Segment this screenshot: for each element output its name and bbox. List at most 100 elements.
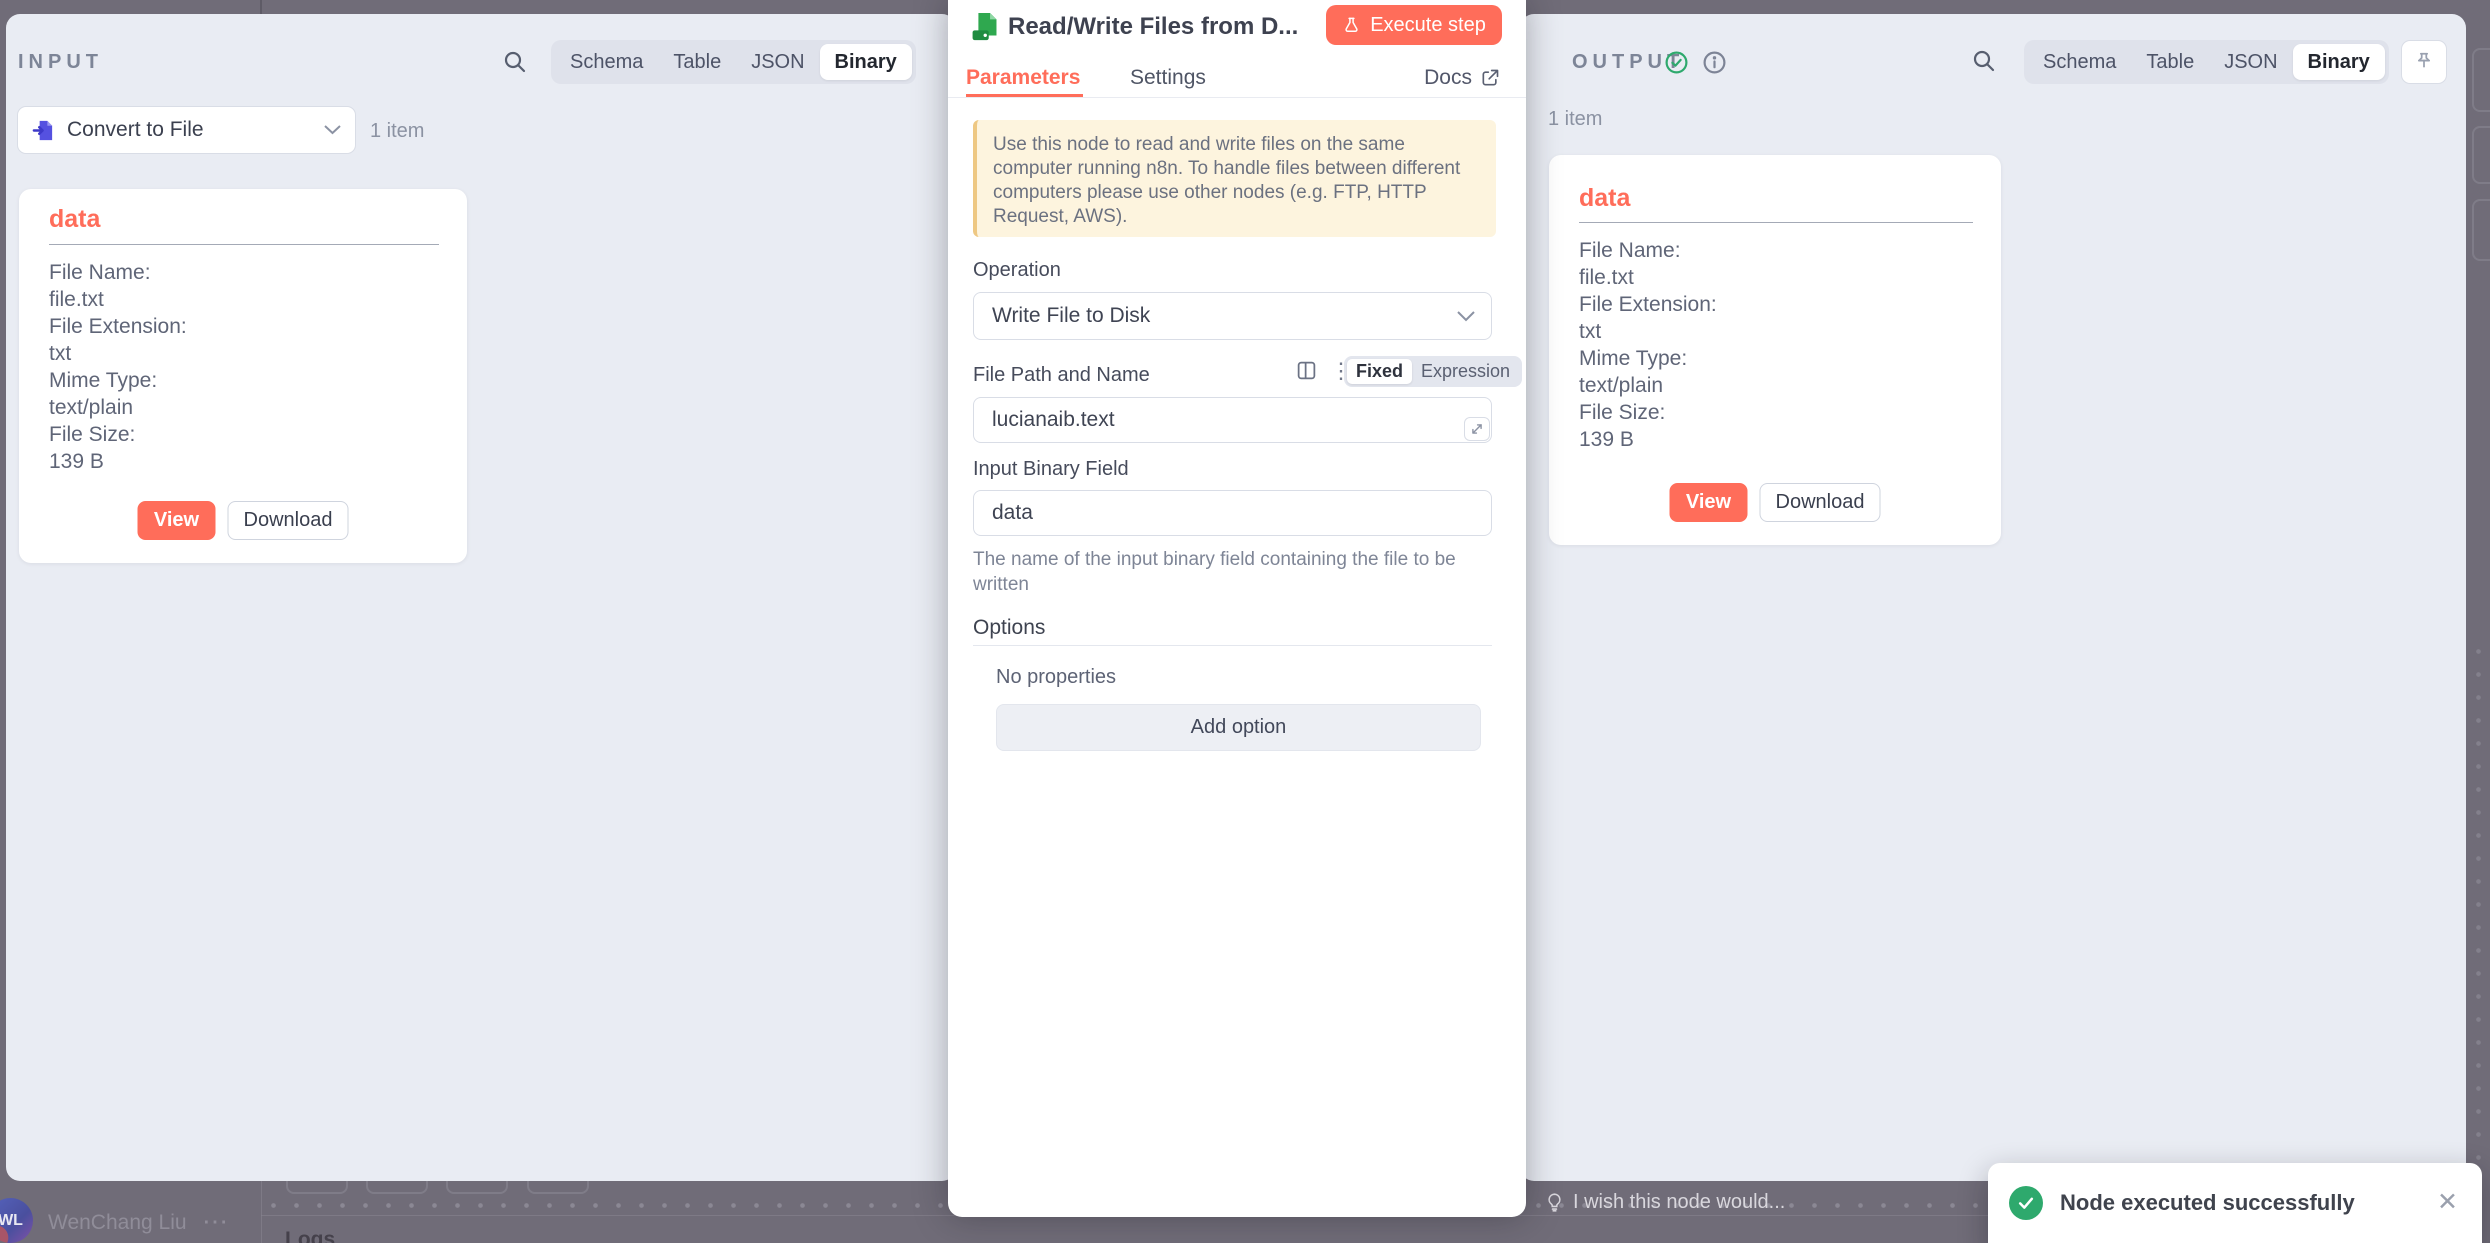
mode-expression[interactable]: Expression	[1412, 359, 1519, 384]
tab-json[interactable]: JSON	[736, 44, 819, 80]
file-path-label: File Path and Name	[973, 364, 1150, 387]
user-name: WenChang Liu	[48, 1211, 187, 1235]
download-button[interactable]: Download	[228, 501, 349, 540]
search-icon[interactable]	[503, 50, 527, 74]
binary-field-hint: The name of the input binary field conta…	[973, 547, 1478, 597]
options-divider	[973, 645, 1492, 646]
binary-meta: File Name: file.txt File Extension: txt …	[1579, 237, 1717, 453]
node-feedback-prompt[interactable]: I wish this node would...	[1544, 1191, 1785, 1214]
tab-parameters[interactable]: Parameters	[966, 66, 1080, 90]
info-icon[interactable]	[1702, 50, 1727, 75]
operation-label: Operation	[973, 259, 1061, 282]
card-divider	[49, 244, 439, 245]
output-items-count: 1 item	[1548, 108, 1602, 131]
pin-icon	[2413, 51, 2435, 73]
docs-label: Docs	[1424, 66, 1472, 90]
tabs-border	[948, 97, 1526, 98]
meta-value: txt	[49, 340, 187, 367]
input-binary-card: data File Name: file.txt File Extension:…	[19, 189, 467, 563]
value-mode-toggle: Fixed Expression	[1344, 356, 1522, 387]
avatar-initials: WL	[0, 1212, 23, 1230]
tab-binary[interactable]: Binary	[2293, 44, 2385, 80]
chevron-down-icon	[324, 125, 341, 135]
binary-field-input[interactable]	[973, 490, 1492, 536]
output-binary-card: data File Name: file.txt File Extension:…	[1549, 155, 2001, 545]
lightbulb-icon	[1544, 1192, 1565, 1213]
meta-label: Mime Type:	[49, 367, 187, 394]
binary-meta: File Name: file.txt File Extension: txt …	[49, 259, 187, 475]
canvas-side-button[interactable]	[2472, 126, 2490, 184]
tab-json[interactable]: JSON	[2209, 44, 2292, 80]
chevron-down-icon	[1457, 311, 1475, 322]
feedback-prompt-text: I wish this node would...	[1573, 1191, 1785, 1214]
input-view-tabs: Schema Table JSON Binary	[551, 40, 916, 84]
binary-field-label: Input Binary Field	[973, 458, 1129, 481]
node-settings-modal: Read/Write Files from D... Execute step …	[948, 0, 1526, 1217]
output-view-tabs: Schema Table JSON Binary	[2024, 40, 2389, 84]
split-view-icon[interactable]	[1296, 360, 1317, 381]
docs-link[interactable]: Docs	[1424, 66, 1500, 90]
meta-value: text/plain	[1579, 372, 1717, 399]
tab-table[interactable]: Table	[658, 44, 736, 80]
download-button[interactable]: Download	[1760, 483, 1881, 522]
meta-value: 139 B	[1579, 426, 1717, 453]
canvas-side-button[interactable]	[2472, 48, 2490, 112]
meta-value: file.txt	[1579, 264, 1717, 291]
input-source-value: Convert to File	[67, 118, 324, 142]
n8n-node-detail-view: Logs INPUT Schema Table JSON Binary Conv…	[0, 0, 2490, 1243]
options-label: Options	[973, 616, 1045, 640]
meta-label: File Name:	[49, 259, 187, 286]
node-notice: Use this node to read and write files on…	[973, 120, 1496, 237]
flask-icon	[1342, 16, 1361, 35]
user-menu-icon[interactable]: ⋯	[202, 1206, 228, 1237]
tab-settings[interactable]: Settings	[1130, 66, 1206, 90]
binary-key: data	[49, 205, 100, 234]
meta-label: File Size:	[1579, 399, 1717, 426]
canvas-side-button[interactable]	[2472, 199, 2490, 261]
operation-value: Write File to Disk	[992, 304, 1150, 328]
input-panel-title: INPUT	[18, 51, 103, 74]
close-icon[interactable]: ✕	[2437, 1187, 2458, 1217]
view-button[interactable]: View	[138, 501, 216, 540]
open-expression-editor-icon[interactable]	[1464, 417, 1490, 441]
success-check-icon	[1664, 50, 1689, 75]
success-toast: Node executed successfully ✕	[1988, 1163, 2482, 1243]
search-icon[interactable]	[1972, 49, 1996, 73]
meta-label: File Name:	[1579, 237, 1717, 264]
pin-data-button[interactable]	[2401, 40, 2447, 84]
operation-select[interactable]: Write File to Disk	[973, 292, 1492, 340]
external-link-icon	[1480, 68, 1500, 88]
mode-fixed[interactable]: Fixed	[1347, 359, 1412, 384]
tab-schema[interactable]: Schema	[555, 44, 658, 80]
node-title[interactable]: Read/Write Files from D...	[1008, 13, 1320, 41]
meta-label: File Size:	[49, 421, 187, 448]
execute-step-label: Execute step	[1370, 14, 1486, 37]
canvas-top-divider	[260, 0, 262, 14]
input-items-count: 1 item	[370, 120, 424, 143]
meta-value: text/plain	[49, 394, 187, 421]
toast-message: Node executed successfully	[2060, 1190, 2355, 1216]
tab-table[interactable]: Table	[2131, 44, 2209, 80]
read-write-files-node-icon	[970, 11, 1001, 42]
file-path-input[interactable]	[973, 397, 1492, 443]
view-button[interactable]: View	[1670, 483, 1748, 522]
meta-label: File Extension:	[1579, 291, 1717, 318]
input-source-select[interactable]: Convert to File	[17, 106, 356, 154]
card-divider	[1579, 222, 1973, 223]
meta-label: File Extension:	[49, 313, 187, 340]
footer-divider	[261, 1181, 262, 1243]
meta-value: 139 B	[49, 448, 187, 475]
tab-schema[interactable]: Schema	[2028, 44, 2131, 80]
binary-key: data	[1579, 184, 1630, 213]
toast-success-icon	[2009, 1186, 2043, 1220]
meta-label: Mime Type:	[1579, 345, 1717, 372]
logs-panel-title[interactable]: Logs	[285, 1228, 335, 1243]
options-empty-text: No properties	[996, 666, 1116, 689]
add-option-button[interactable]: Add option	[996, 704, 1481, 751]
meta-value: txt	[1579, 318, 1717, 345]
user-avatar[interactable]: WL	[0, 1198, 33, 1243]
tab-binary[interactable]: Binary	[820, 44, 912, 80]
meta-value: file.txt	[49, 286, 187, 313]
convert-to-file-node-icon	[32, 119, 55, 142]
execute-step-button[interactable]: Execute step	[1326, 5, 1502, 45]
